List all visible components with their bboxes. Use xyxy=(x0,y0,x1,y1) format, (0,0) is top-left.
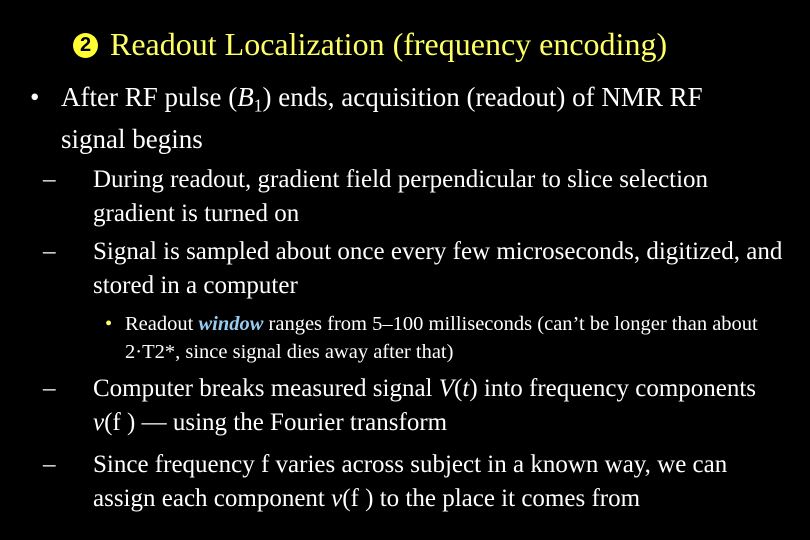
dash-icon: – xyxy=(43,238,56,265)
subbullet-sampling: – Signal is sampled about once every few… xyxy=(43,235,783,303)
subbullet-fourier: – Computer breaks measured signal V(t) i… xyxy=(43,372,783,440)
number-badge-icon: 2 xyxy=(73,33,98,58)
dash-icon: – xyxy=(43,166,56,193)
title-text: Readout Localization (frequency encoding… xyxy=(110,26,668,62)
bullet-icon: • xyxy=(105,313,113,335)
dash-icon: – xyxy=(43,451,56,478)
bullet-rf-pulse: • After RF pulse (B1) ends, acquisition … xyxy=(30,82,703,155)
subbullet-assign: – Since frequency f varies across subjec… xyxy=(43,448,783,516)
subbullet-gradient: – During readout, gradient field perpend… xyxy=(43,163,783,231)
slide-title: 2 Readout Localization (frequency encodin… xyxy=(73,22,667,66)
dash-icon: – xyxy=(43,375,56,402)
highlight-word: window xyxy=(198,313,264,335)
subsubbullet-readout-window: • Readout window ranges from 5–100 milli… xyxy=(105,310,795,366)
bullet-icon: • xyxy=(30,82,40,112)
